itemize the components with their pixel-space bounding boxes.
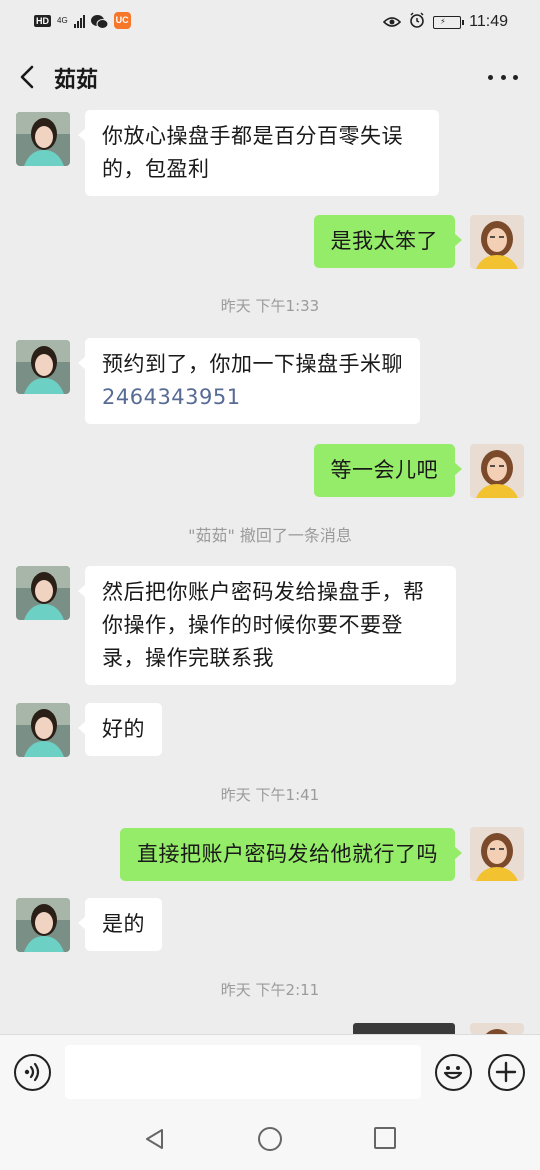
message-bubble-incoming[interactable]: 预约到了，你加一下操盘手米聊 2464343951: [78, 338, 420, 424]
phone-number-link[interactable]: 2464343951: [102, 381, 403, 414]
contact-avatar[interactable]: [16, 703, 70, 757]
message-bubble-outgoing[interactable]: 是我太笨了: [313, 215, 462, 268]
more-dots-icon: [488, 74, 493, 80]
message-text: 是我太笨了: [330, 229, 438, 253]
message-list[interactable]: 你放心操盘手都是百分百零失误的，包盈利 是我太笨了 昨天 下午1:33 预约到了…: [0, 110, 540, 1034]
chevron-left-icon: [20, 65, 34, 89]
image-message[interactable]: [353, 1023, 455, 1034]
battery-charging-icon: ⚡: [433, 15, 465, 29]
alarm-icon: [409, 12, 425, 32]
message-bubble-incoming[interactable]: 然后把你账户密码发给操盘手，帮你操作，操作的时候你要不要登录，操作完联系我: [78, 566, 456, 685]
contact-avatar[interactable]: [16, 340, 70, 394]
message-text: 直接把账户密码发给他就行了吗: [137, 842, 438, 866]
voice-button[interactable]: [14, 1054, 51, 1091]
eye-comfort-icon: [383, 13, 402, 32]
contact-avatar[interactable]: [16, 112, 70, 166]
triangle-back-icon: [146, 1129, 163, 1149]
network-type: 4G: [57, 15, 68, 25]
recall-notice: "茹茹" 撤回了一条消息: [188, 526, 352, 545]
status-left-icons: HD 4G UC: [34, 12, 131, 29]
message-text: 好的: [102, 717, 145, 741]
timestamp: 昨天 下午2:11: [220, 981, 320, 999]
nav-home-button[interactable]: [258, 1127, 282, 1151]
contact-avatar[interactable]: [16, 566, 70, 620]
message-text: 是的: [102, 912, 145, 936]
more-options-button[interactable]: [488, 70, 518, 84]
system-nav-bar: [0, 1108, 540, 1170]
signal-icon: [73, 14, 85, 28]
message-input[interactable]: [65, 1045, 421, 1099]
more-functions-button[interactable]: [488, 1054, 525, 1091]
status-bar: HD 4G UC ⚡ 11:49: [0, 0, 540, 44]
message-bubble-incoming[interactable]: 好的: [78, 703, 162, 756]
back-button[interactable]: [12, 60, 46, 94]
my-avatar[interactable]: [470, 444, 524, 498]
chat-header: 茹茹: [0, 44, 540, 110]
emoji-button[interactable]: [435, 1054, 472, 1091]
timestamp: 昨天 下午1:33: [220, 297, 320, 315]
my-avatar[interactable]: [470, 215, 524, 269]
hd-badge: HD: [34, 14, 51, 27]
timestamp: 昨天 下午1:41: [220, 786, 320, 804]
chat-title: 茹茹: [54, 68, 99, 93]
my-avatar[interactable]: [470, 827, 524, 881]
input-bar: [0, 1034, 540, 1108]
clock: 11:49: [469, 13, 508, 30]
status-right-icons: ⚡ 11:49: [383, 12, 508, 32]
message-bubble-incoming[interactable]: 是的: [78, 898, 162, 951]
emoji-icon: [443, 1066, 463, 1080]
contact-avatar[interactable]: [16, 898, 70, 952]
message-text: 你放心操盘手都是百分百零失误的，包盈利: [102, 124, 403, 181]
my-avatar[interactable]: [470, 1023, 524, 1034]
message-bubble-outgoing[interactable]: 等一会儿吧: [313, 444, 462, 497]
message-text: 然后把你账户密码发给操盘手，帮你操作，操作的时候你要不要登录，操作完联系我: [102, 580, 425, 670]
wechat-icon: [90, 14, 109, 29]
message-bubble-outgoing[interactable]: 直接把账户密码发给他就行了吗: [120, 828, 462, 881]
plus-icon: [495, 1061, 517, 1083]
uc-browser-icon: UC: [113, 12, 131, 29]
nav-recent-apps-button[interactable]: [374, 1127, 396, 1149]
nav-back-button[interactable]: [143, 1127, 167, 1155]
message-text: 等一会儿吧: [330, 458, 438, 482]
voice-icon: [24, 1062, 40, 1082]
message-bubble-incoming[interactable]: 你放心操盘手都是百分百零失误的，包盈利: [78, 110, 439, 196]
message-text: 预约到了，你加一下操盘手米聊: [102, 352, 403, 376]
